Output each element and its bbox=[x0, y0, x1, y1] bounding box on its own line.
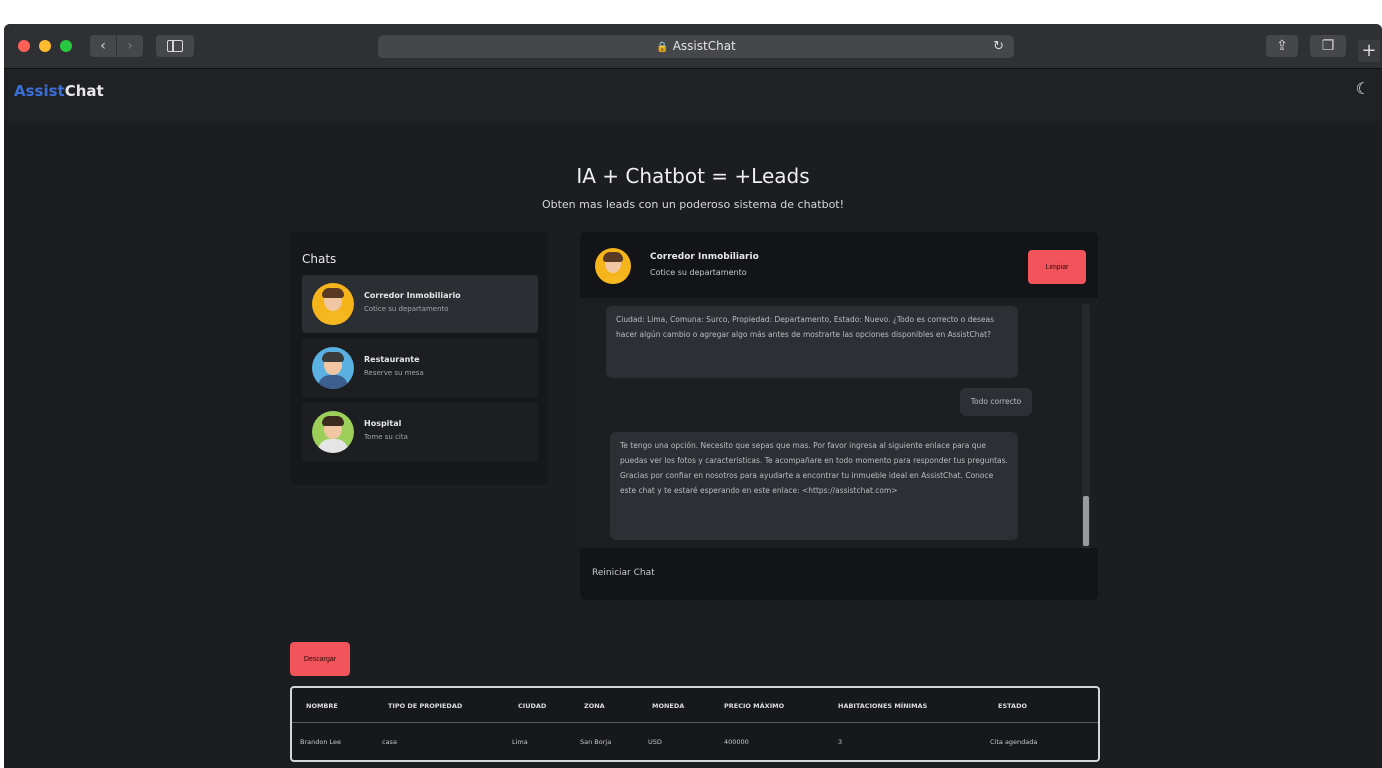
column-header: HABITACIONES MÍNIMAS bbox=[838, 702, 928, 710]
table-cell: San Borja bbox=[580, 738, 612, 746]
table-cell: Brandon Lee bbox=[300, 738, 342, 746]
minimize-window-button[interactable] bbox=[39, 40, 51, 52]
address-bar[interactable]: 🔒 AssistChat ↻ bbox=[378, 35, 1014, 58]
chevron-right-icon: › bbox=[127, 38, 133, 54]
share-icon: ⇪ bbox=[1276, 38, 1288, 54]
share-button[interactable]: ⇪ bbox=[1266, 35, 1298, 57]
column-header: NOMBRE bbox=[306, 702, 338, 710]
avatar bbox=[312, 347, 354, 389]
column-header: PRECIO MÁXIMO bbox=[724, 702, 785, 710]
table-cell: 400000 bbox=[724, 738, 749, 746]
bot-message: Te tengo una opción. Necesito que sepas … bbox=[610, 432, 1018, 540]
chat-item-hospital[interactable]: Hospital Tome su cita bbox=[302, 403, 538, 461]
sidebar-icon bbox=[167, 40, 183, 52]
browser-window: ‹ › 🔒 AssistChat ↻ ⇪ ❐ + AssistChat ☾ IA … bbox=[4, 24, 1382, 768]
restart-chat-link[interactable]: Reiniciar Chat bbox=[592, 568, 655, 578]
clear-chat-button[interactable]: Limpiar bbox=[1028, 250, 1086, 284]
page-subtitle: Obten mas leads con un poderoso sistema … bbox=[541, 198, 845, 211]
page-title: IA + Chatbot = +Leads bbox=[576, 164, 810, 188]
chat-scrollbar-thumb[interactable] bbox=[1083, 496, 1089, 546]
download-button[interactable]: Descargar bbox=[290, 642, 350, 676]
chat-item-corredor[interactable]: Corredor Inmobiliario Cotice su departam… bbox=[302, 275, 538, 333]
table-cell: Lima bbox=[512, 738, 528, 746]
column-header: CIUDAD bbox=[518, 702, 547, 710]
column-header: ESTADO bbox=[998, 702, 1028, 710]
back-button[interactable]: ‹ bbox=[90, 35, 116, 57]
chevron-left-icon: ‹ bbox=[100, 38, 106, 54]
table-cell: casa bbox=[382, 738, 397, 746]
table-cell: USD bbox=[648, 738, 662, 746]
chat-header-name: Corredor Inmobiliario bbox=[650, 252, 759, 262]
table-header-row: NOMBRE TIPO DE PROPIEDAD CIUDAD ZONA MON… bbox=[292, 688, 1098, 723]
chat-item-subtitle: Reserve su mesa bbox=[364, 369, 424, 377]
bot-message: Ciudad: Lima, Comuna: Surco, Propiedad: … bbox=[606, 306, 1018, 378]
avatar bbox=[595, 248, 631, 284]
tabs-icon: ❐ bbox=[1321, 38, 1335, 54]
column-header: ZONA bbox=[584, 702, 605, 710]
url-text: AssistChat bbox=[672, 39, 736, 53]
chat-panel: Corredor Inmobiliario Cotice su departam… bbox=[580, 232, 1098, 600]
close-window-button[interactable] bbox=[18, 40, 30, 52]
column-header: MONEDA bbox=[652, 702, 685, 710]
chat-item-name: Corredor Inmobiliario bbox=[364, 291, 461, 300]
forward-button[interactable]: › bbox=[117, 35, 143, 57]
browser-toolbar: ‹ › 🔒 AssistChat ↻ ⇪ ❐ + bbox=[4, 24, 1382, 69]
avatar bbox=[312, 283, 354, 325]
avatar bbox=[312, 411, 354, 453]
leads-table: NOMBRE TIPO DE PROPIEDAD CIUDAD ZONA MON… bbox=[290, 686, 1100, 762]
tabs-overview-button[interactable]: ❐ bbox=[1310, 35, 1346, 57]
chat-item-subtitle: Cotice su departamento bbox=[364, 305, 449, 313]
chats-title: Chats bbox=[302, 252, 337, 266]
app-logo[interactable]: AssistChat bbox=[14, 82, 104, 100]
chat-header: Corredor Inmobiliario Cotice su departam… bbox=[580, 232, 1098, 298]
reload-icon[interactable]: ↻ bbox=[993, 35, 1004, 58]
zoom-window-button[interactable] bbox=[60, 40, 72, 52]
lock-icon: 🔒 bbox=[656, 42, 669, 53]
moon-icon[interactable]: ☾ bbox=[1356, 79, 1370, 98]
chat-scrollbar[interactable] bbox=[1082, 304, 1090, 552]
chat-item-name: Hospital bbox=[364, 419, 402, 428]
chat-footer: Reiniciar Chat bbox=[580, 548, 1098, 600]
chat-header-subtitle: Cotice su departamento bbox=[650, 268, 747, 277]
chat-item-subtitle: Tome su cita bbox=[364, 433, 408, 441]
chats-panel: Chats Corredor Inmobiliario Cotice su de… bbox=[290, 232, 548, 485]
table-cell: Cita agendada bbox=[990, 738, 1038, 746]
table-cell: 3 bbox=[838, 738, 843, 746]
chat-item-restaurante[interactable]: Restaurante Reserve su mesa bbox=[302, 339, 538, 397]
chat-item-name: Restaurante bbox=[364, 355, 420, 364]
user-message: Todo correcto bbox=[960, 388, 1032, 416]
new-tab-button[interactable]: + bbox=[1358, 40, 1380, 62]
table-row: Brandon Lee casa Lima San Borja USD 4000… bbox=[292, 722, 1098, 760]
chat-messages: Ciudad: Lima, Comuna: Surco, Propiedad: … bbox=[580, 298, 1098, 552]
app-navbar: AssistChat ☾ bbox=[4, 69, 1382, 121]
app-page: AssistChat ☾ IA + Chatbot = +Leads Obten… bbox=[4, 69, 1382, 768]
sidebar-toggle-button[interactable] bbox=[156, 35, 194, 57]
column-header: TIPO DE PROPIEDAD bbox=[388, 702, 463, 710]
